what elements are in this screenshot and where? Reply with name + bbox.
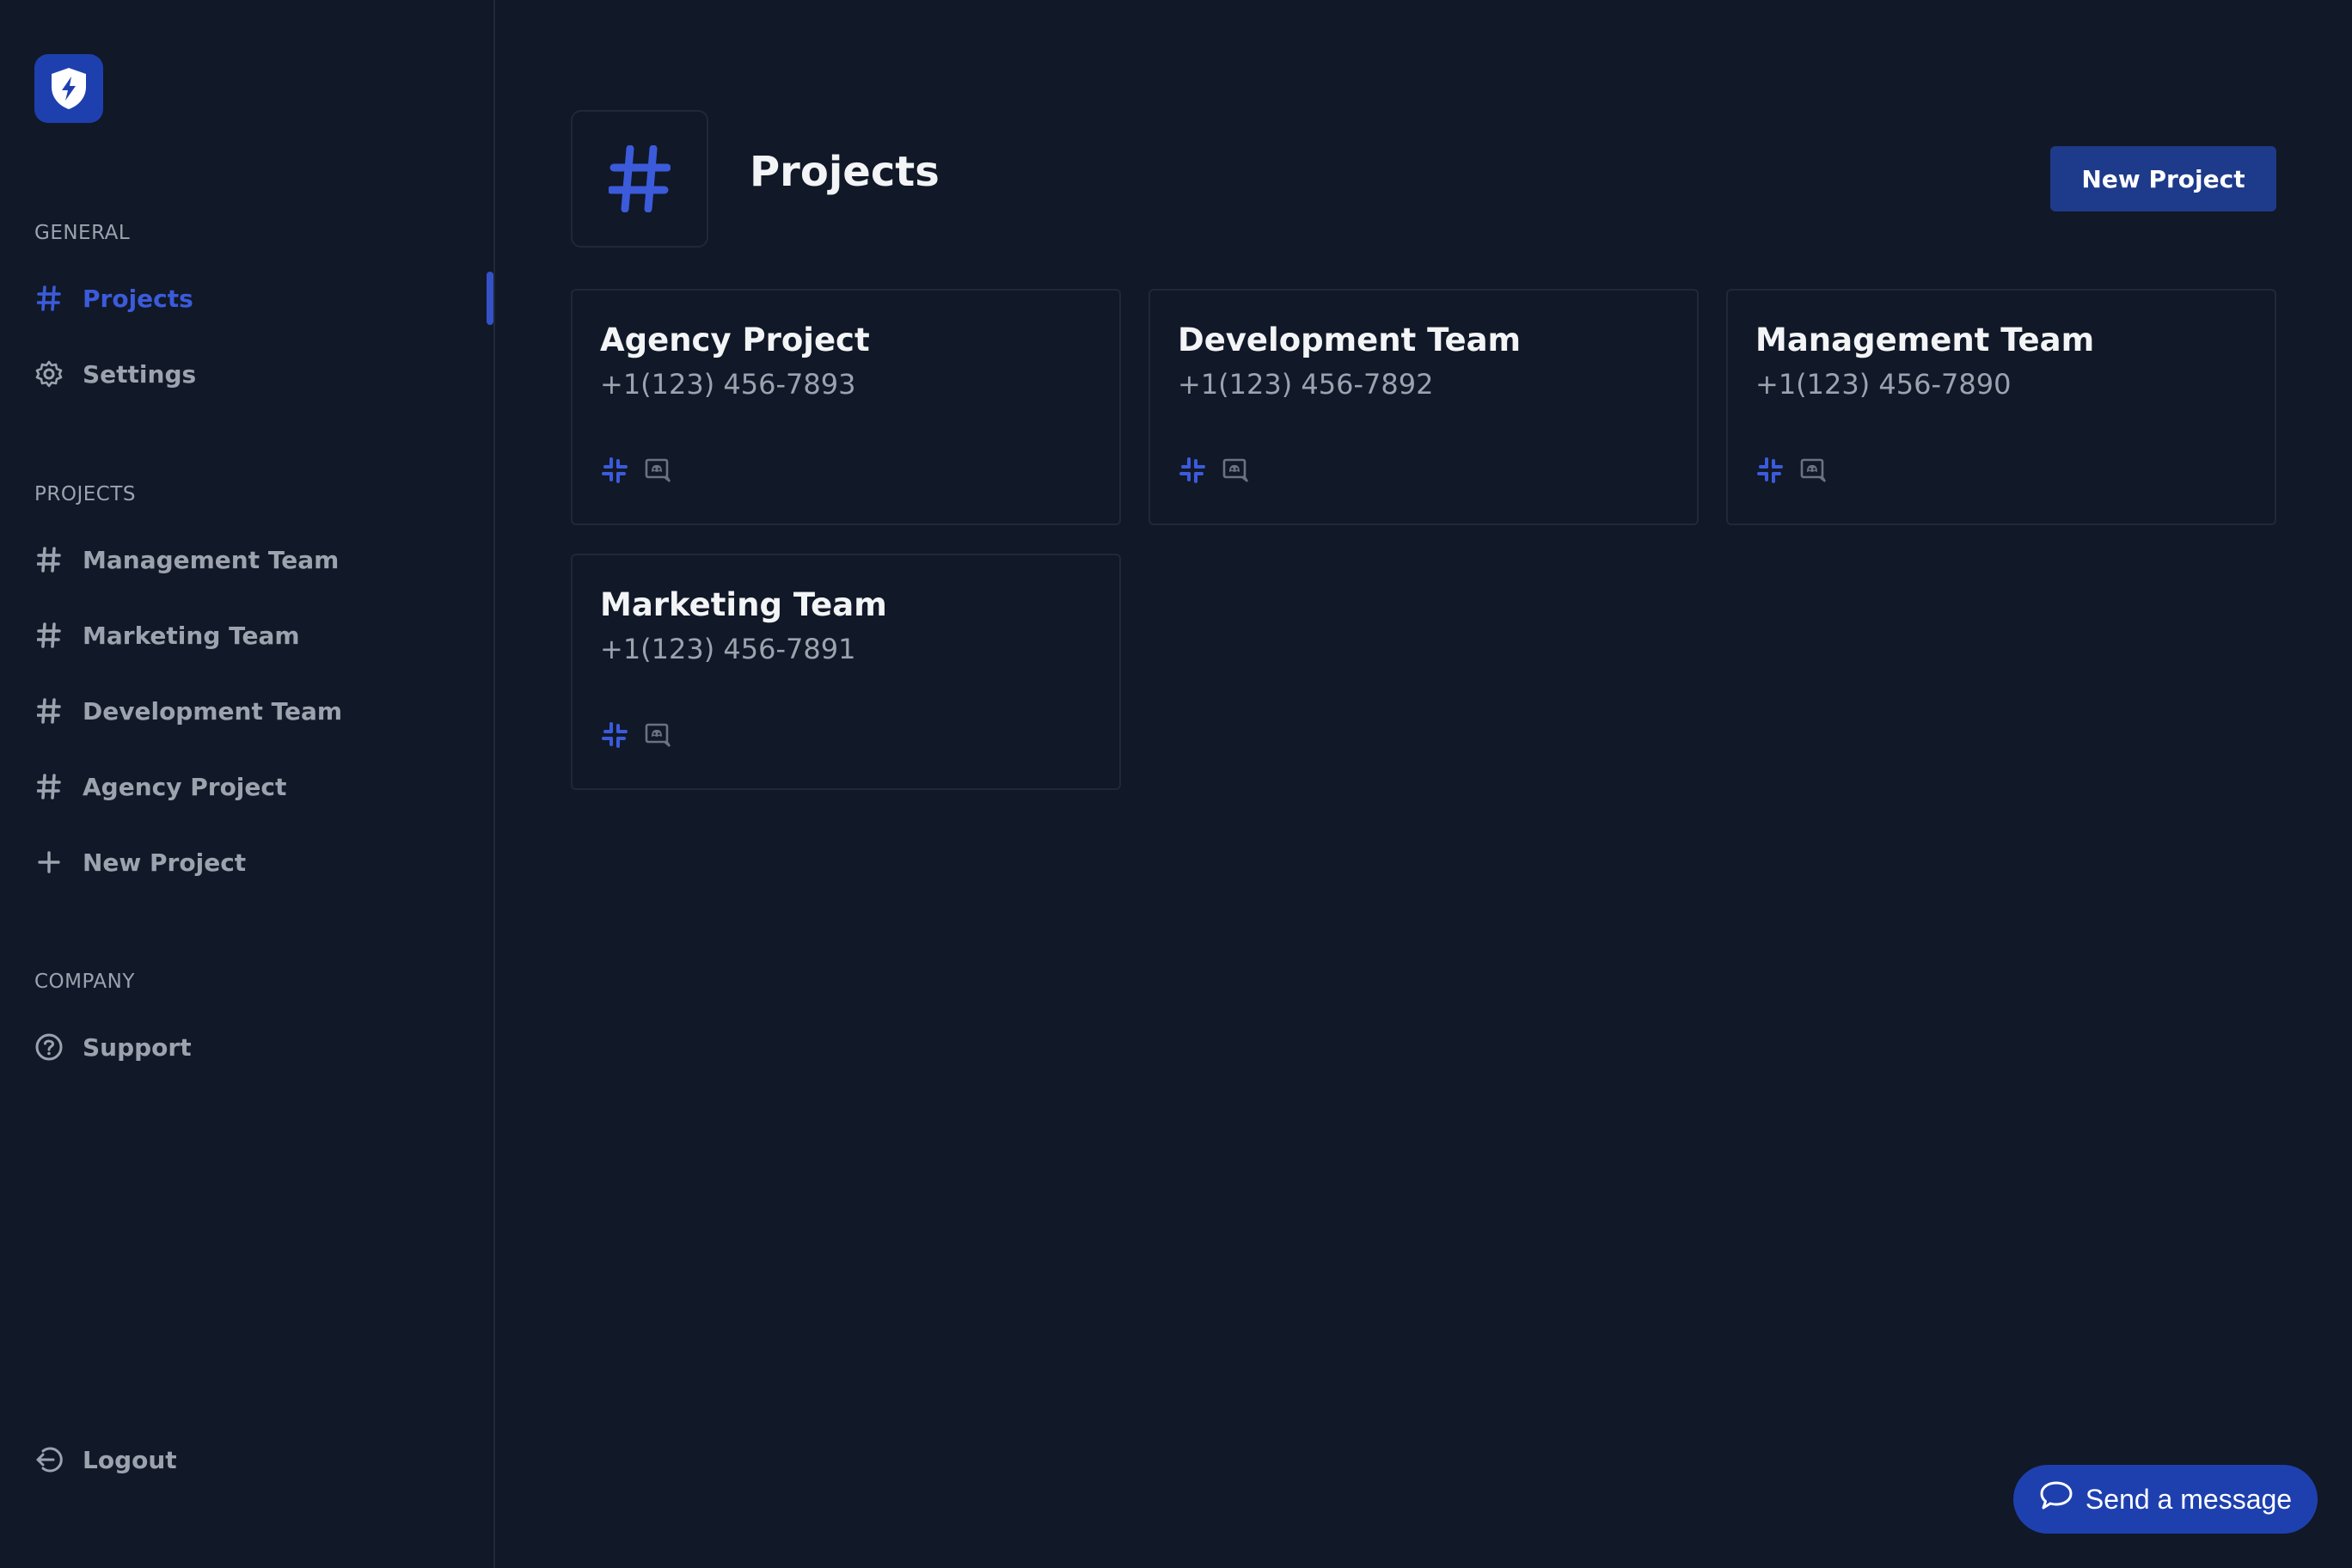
slack-icon[interactable] xyxy=(600,456,629,485)
section-label-general: GENERAL xyxy=(34,222,131,244)
gear-icon xyxy=(34,359,64,389)
sidebar-item-projects[interactable]: Projects xyxy=(34,274,481,322)
plus-icon xyxy=(34,848,64,877)
card-integrations xyxy=(600,456,672,485)
project-card-management-team[interactable]: Management Team +1(123) 456-7890 xyxy=(1726,289,2276,525)
discord-icon[interactable] xyxy=(643,720,672,750)
project-card-agency-project[interactable]: Agency Project +1(123) 456-7893 xyxy=(571,289,1121,525)
sidebar-item-label: Management Team xyxy=(83,545,340,574)
sidebar: GENERAL Projects Settings PROJECTS Manag… xyxy=(0,0,495,1568)
hash-icon xyxy=(34,621,64,650)
header-hash-icon xyxy=(571,110,708,248)
card-title: Development Team xyxy=(1178,322,1522,358)
section-label-company: COMPANY xyxy=(34,971,135,993)
logout-button[interactable]: Logout xyxy=(34,1436,481,1484)
section-label-projects: PROJECTS xyxy=(34,483,136,505)
card-integrations xyxy=(600,720,672,750)
discord-icon[interactable] xyxy=(1798,456,1828,485)
app-root: GENERAL Projects Settings PROJECTS Manag… xyxy=(0,0,2352,1568)
hash-icon xyxy=(34,284,64,313)
logout-icon xyxy=(34,1445,64,1474)
card-phone: +1(123) 456-7892 xyxy=(1178,368,1434,401)
slack-icon[interactable] xyxy=(600,720,629,750)
sidebar-item-label: Support xyxy=(83,1032,192,1062)
discord-icon[interactable] xyxy=(1221,456,1250,485)
sidebar-item-label: New Project xyxy=(83,848,247,877)
new-project-button[interactable]: New Project xyxy=(2050,146,2276,211)
sidebar-item-agency-project[interactable]: Agency Project xyxy=(34,763,481,811)
card-title: Marketing Team xyxy=(600,586,887,623)
hash-icon xyxy=(34,545,64,574)
card-title: Agency Project xyxy=(600,322,870,358)
help-circle-icon xyxy=(34,1032,64,1062)
sidebar-item-label: Development Team xyxy=(83,696,343,726)
sidebar-item-settings[interactable]: Settings xyxy=(34,350,481,398)
sidebar-item-label: Marketing Team xyxy=(83,621,300,650)
card-phone: +1(123) 456-7891 xyxy=(600,633,856,665)
hash-icon xyxy=(34,772,64,801)
card-phone: +1(123) 456-7893 xyxy=(600,368,856,401)
sidebar-item-label: Settings xyxy=(83,359,197,389)
slack-icon[interactable] xyxy=(1178,456,1207,485)
card-integrations xyxy=(1178,456,1250,485)
sidebar-item-label: Projects xyxy=(83,284,193,313)
card-title: Management Team xyxy=(1755,322,2095,358)
sidebar-item-new-project[interactable]: New Project xyxy=(34,838,481,886)
project-card-marketing-team[interactable]: Marketing Team +1(123) 456-7891 xyxy=(571,554,1121,790)
sidebar-item-label: Agency Project xyxy=(83,772,287,801)
card-phone: +1(123) 456-7890 xyxy=(1755,368,2012,401)
page-title: Projects xyxy=(750,148,940,196)
project-card-development-team[interactable]: Development Team +1(123) 456-7892 xyxy=(1148,289,1699,525)
discord-icon[interactable] xyxy=(643,456,672,485)
active-indicator xyxy=(487,272,493,325)
sidebar-item-marketing-team[interactable]: Marketing Team xyxy=(34,611,481,659)
logout-label: Logout xyxy=(83,1445,177,1474)
slack-icon[interactable] xyxy=(1755,456,1785,485)
send-message-label: Send a message xyxy=(2085,1483,2293,1515)
logo-shield-icon[interactable] xyxy=(34,54,103,123)
card-integrations xyxy=(1755,456,1828,485)
send-message-button[interactable]: Send a message xyxy=(2013,1465,2318,1534)
sidebar-item-management-team[interactable]: Management Team xyxy=(34,536,481,584)
sidebar-item-support[interactable]: Support xyxy=(34,1023,481,1071)
chat-bubble-icon xyxy=(2039,1480,2073,1518)
sidebar-item-development-team[interactable]: Development Team xyxy=(34,687,481,735)
hash-icon xyxy=(34,696,64,726)
